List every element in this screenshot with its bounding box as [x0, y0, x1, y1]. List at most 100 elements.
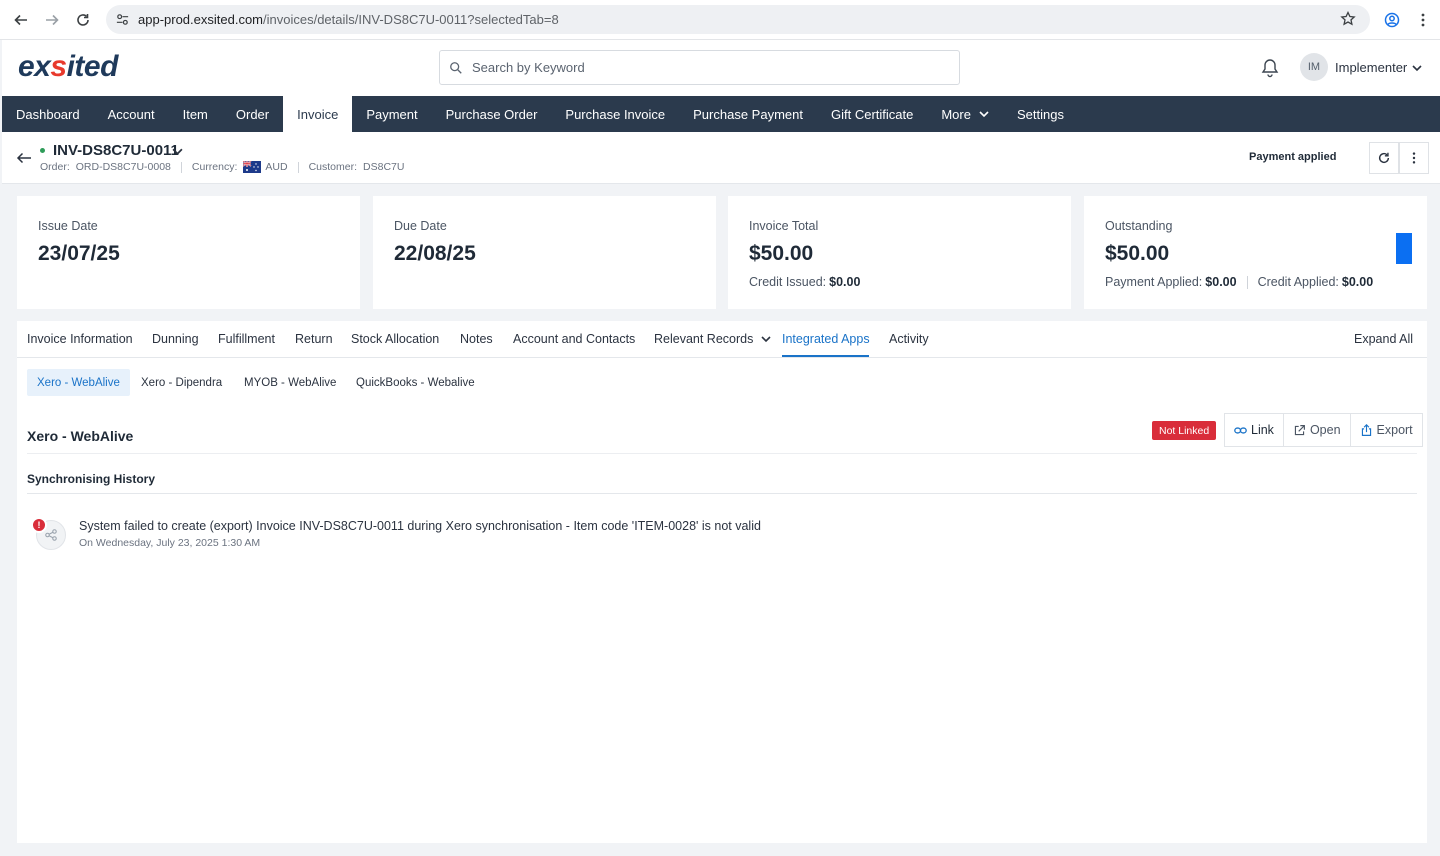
tab-relevant-records-label: Relevant Records — [654, 332, 754, 346]
nav-item-purchase-payment[interactable]: Purchase Payment — [679, 96, 817, 132]
user-menu-chevron-down-icon[interactable] — [1412, 63, 1422, 73]
main-navigation: Dashboard Account Item Order Invoice Pay… — [2, 96, 1440, 132]
global-search-input[interactable]: Search by Keyword — [439, 50, 960, 85]
tab-invoice-information[interactable]: Invoice Information — [27, 332, 133, 346]
back-arrow-icon[interactable] — [16, 150, 32, 166]
customer-value[interactable]: DS8C7U — [363, 161, 404, 173]
tab-relevant-records[interactable]: Relevant Records — [654, 332, 771, 346]
due-date-label: Due Date — [394, 219, 447, 233]
invoice-total-value: $50.00 — [749, 242, 814, 265]
sync-history-title: Synchronising History — [27, 472, 156, 486]
status-badge: Not Linked — [1152, 421, 1217, 440]
external-link-icon — [1294, 424, 1305, 435]
status-dot — [40, 148, 45, 153]
credit-applied-label: Credit Applied: — [1257, 275, 1339, 289]
credit-issued-label: Credit Issued: — [749, 275, 827, 289]
tab-stock-allocation[interactable]: Stock Allocation — [351, 332, 439, 346]
active-tab-underline — [782, 355, 869, 357]
tab-fulfillment[interactable]: Fulfillment — [218, 332, 275, 346]
tab-dunning[interactable]: Dunning — [152, 332, 199, 346]
user-name[interactable]: Implementer — [1335, 60, 1407, 75]
expand-all-button[interactable]: Expand All — [1354, 332, 1413, 346]
chevron-down-icon — [761, 336, 771, 343]
divider — [297, 161, 299, 173]
export-button[interactable]: Export — [1349, 414, 1422, 446]
invoice-total-label: Invoice Total — [749, 219, 819, 233]
outstanding-value: $50.00 — [1105, 242, 1170, 265]
refresh-button[interactable] — [1369, 142, 1399, 174]
error-alert-icon: ! — [31, 517, 47, 533]
tab-integrated-apps[interactable]: Integrated Apps — [782, 332, 870, 346]
integration-actions: Link Open Export — [1224, 413, 1423, 447]
credit-issued: Credit Issued: $0.00 — [749, 275, 860, 289]
outstanding-indicator — [1396, 233, 1412, 264]
nav-item-more-label: More — [941, 106, 971, 122]
exsited-logo[interactable]: exsited — [18, 50, 118, 84]
browser-profile-icon[interactable] — [1376, 4, 1408, 36]
detail-tabs: Invoice Information Dunning Fulfillment … — [17, 321, 1427, 358]
detail-panel: Invoice Information Dunning Fulfillment … — [17, 321, 1427, 843]
nav-item-purchase-invoice[interactable]: Purchase Invoice — [551, 96, 679, 132]
sync-history-message: System failed to create (export) Invoice… — [79, 519, 761, 533]
tab-activity[interactable]: Activity — [889, 332, 929, 346]
search-placeholder: Search by Keyword — [472, 60, 585, 75]
bookmark-star-icon[interactable] — [1340, 11, 1356, 27]
link-icon — [1234, 426, 1247, 434]
due-date-card: Due Date 22/08/25 — [373, 196, 716, 309]
australia-flag-icon — [243, 160, 262, 173]
link-button[interactable]: Link — [1225, 414, 1283, 446]
browser-toolbar: app-prod.exsited.com/invoices/details/IN… — [0, 0, 1440, 40]
browser-back-icon[interactable] — [5, 4, 37, 36]
browser-reload-icon[interactable] — [67, 4, 99, 36]
more-actions-button[interactable] — [1399, 142, 1429, 174]
subtab-xero-webalive[interactable]: Xero - WebAlive — [27, 369, 130, 396]
outstanding-label: Outstanding — [1105, 219, 1173, 233]
nav-item-purchase-order[interactable]: Purchase Order — [432, 96, 552, 132]
nav-item-order[interactable]: Order — [222, 96, 283, 132]
invoice-total-card: Invoice Total $50.00 Credit Issued: $0.00 — [728, 196, 1071, 309]
credit-issued-value: $0.00 — [829, 275, 861, 289]
kebab-menu-icon — [1412, 152, 1416, 164]
tab-return[interactable]: Return — [295, 332, 333, 346]
subtab-xero-dipendra[interactable]: Xero - Dipendra — [131, 369, 232, 396]
url-path: /invoices/details/INV-DS8C7U-0011?select… — [263, 12, 559, 27]
open-button[interactable]: Open — [1282, 414, 1350, 446]
payment-applied-value: $0.00 — [1205, 275, 1237, 289]
issue-date-label: Issue Date — [38, 219, 98, 233]
browser-menu-icon[interactable] — [1407, 4, 1439, 36]
notification-bell-icon[interactable] — [1261, 58, 1279, 78]
export-icon — [1361, 423, 1371, 436]
tab-account-and-contacts[interactable]: Account and Contacts — [513, 332, 635, 346]
address-bar[interactable]: app-prod.exsited.com/invoices/details/IN… — [106, 5, 1370, 34]
subtab-myob-webalive[interactable]: MYOB - WebAlive — [234, 369, 346, 396]
record-header: INV-DS8C7U-0011 Order: ORD-DS8C7U-0008 C… — [2, 132, 1440, 184]
nav-item-account[interactable]: Account — [94, 96, 169, 132]
order-value[interactable]: ORD-DS8C7U-0008 — [76, 161, 171, 173]
currency-value: AUD — [265, 161, 288, 173]
sync-history-date: On Wednesday, July 23, 2025 1:30 AM — [79, 537, 261, 549]
customer-label: Customer: — [308, 161, 358, 173]
payment-applied-label: Payment Applied: — [1105, 275, 1203, 289]
invoice-number-title: INV-DS8C7U-0011 — [53, 142, 179, 159]
subtab-quickbooks-webalive[interactable]: QuickBooks - Webalive — [346, 369, 485, 396]
nav-item-more[interactable]: More — [927, 96, 1003, 132]
site-settings-icon[interactable] — [115, 12, 130, 27]
browser-forward-icon[interactable] — [36, 4, 68, 36]
nav-item-gift-certificate[interactable]: Gift Certificate — [817, 96, 927, 132]
app-header: exsited Search by Keyword IM Implementer — [2, 40, 1440, 96]
tab-notes[interactable]: Notes — [460, 332, 493, 346]
chevron-down-icon — [979, 111, 989, 118]
record-switch-chevron-down-icon[interactable] — [172, 146, 183, 157]
nav-item-payment[interactable]: Payment — [352, 96, 431, 132]
link-button-label: Link — [1251, 423, 1274, 437]
due-date-value: 22/08/25 — [394, 242, 476, 265]
nav-item-item[interactable]: Item — [169, 96, 222, 132]
applied-summary: Payment Applied: $0.00 Credit Applied: $0.… — [1105, 275, 1373, 289]
divider — [27, 493, 1417, 494]
nav-item-invoice[interactable]: Invoice — [283, 96, 353, 132]
user-avatar[interactable]: IM — [1300, 53, 1328, 81]
order-label: Order: — [40, 161, 70, 173]
nav-item-dashboard[interactable]: Dashboard — [2, 96, 94, 132]
outstanding-card: Outstanding $50.00 Payment Applied: $0.00… — [1084, 196, 1427, 309]
nav-item-settings[interactable]: Settings — [1003, 96, 1078, 132]
